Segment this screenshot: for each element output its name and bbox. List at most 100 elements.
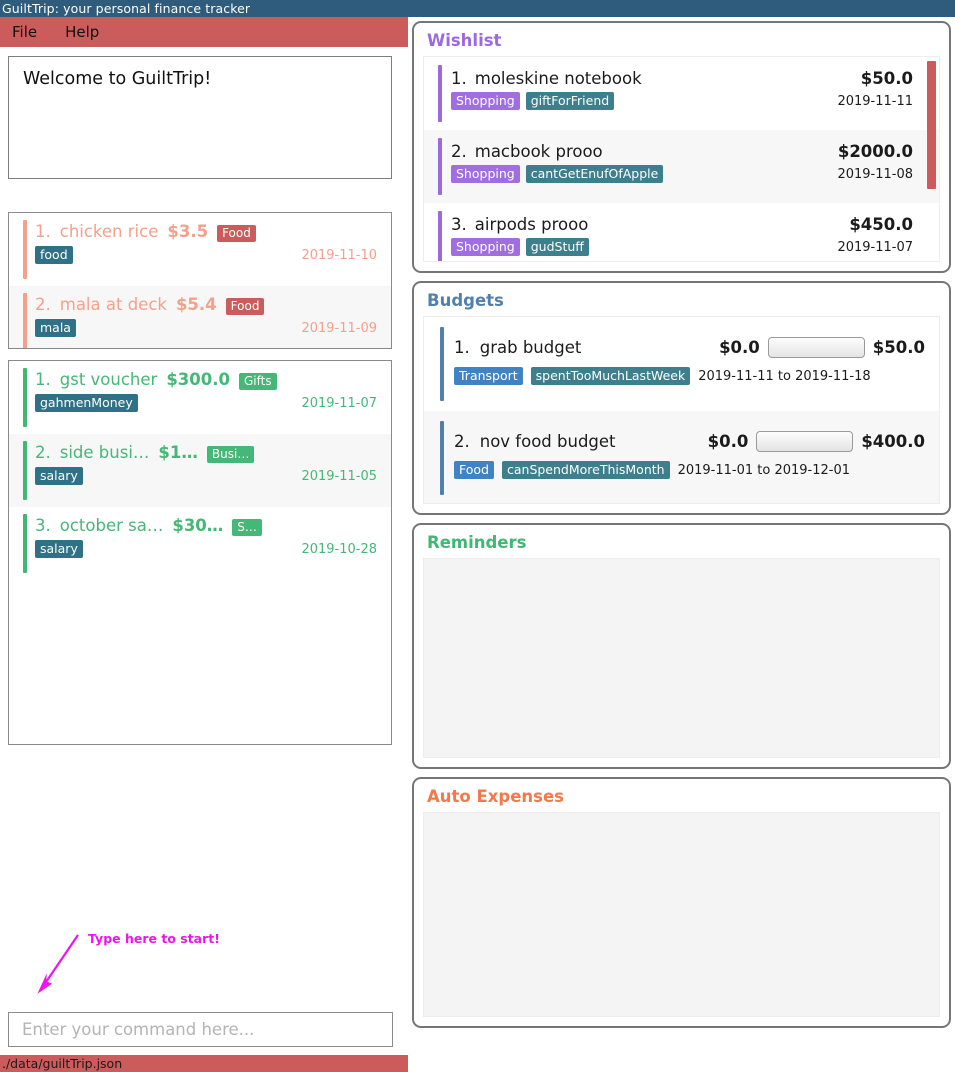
entry-tag-chip: mala (35, 319, 76, 337)
entry-index: 1. (35, 370, 51, 389)
entry-amount: $30… (172, 516, 224, 535)
entry-tag-chip: cantGetEnufOfApple (525, 165, 664, 183)
entry-tag-chip: gudStuff (525, 238, 589, 256)
entry-title: gst voucher (59, 370, 158, 389)
entry-tag-chip: salary (35, 540, 83, 558)
entry-date: 2019-11-07 (837, 239, 913, 255)
entry-category-chip: Shopping (451, 238, 520, 256)
entry-date: 2019-11-08 (837, 166, 913, 182)
entry-title: side busi… (59, 443, 150, 462)
menu-item-help[interactable]: Help (65, 23, 99, 41)
entry-index: 1. (35, 222, 51, 241)
entry-accent-bar (23, 441, 27, 500)
onboarding-hint: Type here to start! (8, 915, 393, 995)
list-item[interactable]: 2. side busi… $1… Busi… salary 2019-11-0… (9, 434, 391, 507)
entry-accent-bar (438, 211, 442, 261)
budget-limit: $400.0 (861, 432, 925, 451)
entry-date: 2019-11-07 (301, 395, 377, 411)
entry-tag-chip: food (35, 246, 73, 264)
entry-category-chip: Shopping (451, 92, 520, 110)
entry-category-chip: Gifts (239, 373, 277, 390)
reminders-title: Reminders (427, 533, 527, 552)
budget-progress-bar (756, 431, 854, 452)
entry-amount: $2000.0 (837, 142, 913, 161)
entry-title: nov food budget (479, 432, 616, 451)
budget-date-range: 2019-11-01 to 2019-12-01 (677, 462, 850, 478)
wishlist-title: Wishlist (427, 31, 502, 50)
budgets-body[interactable]: 1. grab budget $0.0 $50.0 Transport spent… (423, 316, 940, 504)
income-list-panel[interactable]: 1. gst voucher $300.0 Gifts gahmenMoney … (8, 360, 392, 745)
menu-item-file[interactable]: File (12, 23, 37, 41)
reminders-card: Reminders (412, 523, 951, 769)
entry-amount: $3.5 (167, 222, 209, 241)
entry-amount: $5.4 (175, 295, 217, 314)
budget-spent: $0.0 (707, 432, 749, 451)
auto-expenses-body[interactable] (423, 812, 940, 1017)
entry-amount: $450.0 (849, 215, 913, 234)
entry-index: 3. (35, 516, 51, 535)
list-item[interactable]: 2. macbook prooo $2000.0 Shopping cantGet… (424, 130, 939, 203)
entry-date: 2019-11-05 (301, 468, 377, 484)
window-title-bar: GuiltTrip: your personal finance tracker (0, 0, 955, 17)
entry-index: 2. (35, 295, 51, 314)
entry-index: 2. (451, 142, 467, 161)
expense-list-panel[interactable]: 1. chicken rice $3.5 Food food 2019-11-1… (8, 212, 392, 349)
entry-amount: $1… (158, 443, 198, 462)
entry-tag-chip: salary (35, 467, 83, 485)
budget-date-range: 2019-11-11 to 2019-11-18 (698, 368, 871, 384)
entry-title: chicken rice (59, 222, 159, 241)
wishlist-item-name: 3. airpods prooo (451, 215, 588, 234)
wishlist-body[interactable]: 1. moleskine notebook $50.0 Shopping gift… (423, 56, 940, 262)
entry-index: 2. (35, 443, 51, 462)
list-item[interactable]: 3. october sa… $30… S… salary 2019-10-28 (9, 507, 391, 580)
list-item[interactable]: 3. airpods prooo $450.0 Shopping gudStuff… (424, 203, 939, 261)
command-input[interactable] (8, 1012, 393, 1047)
budget-name: 2. nov food budget (454, 432, 616, 451)
entry-accent-bar (23, 220, 27, 279)
entry-category-chip: Shopping (451, 165, 520, 183)
list-item[interactable]: 2. mala at deck $5.4 Food mala 2019-11-0… (9, 286, 391, 348)
window-title: GuiltTrip: your personal finance tracker (2, 1, 251, 16)
entry-category-chip: Food (217, 225, 256, 242)
result-display-box: Welcome to GuiltTrip! (8, 56, 392, 179)
wishlist-card: Wishlist 1. moleskine notebook $50.0 Shop… (412, 21, 951, 273)
list-item[interactable]: 1. grab budget $0.0 $50.0 Transport spent… (424, 317, 939, 411)
list-item[interactable]: 1. moleskine notebook $50.0 Shopping gift… (424, 57, 939, 130)
entry-accent-bar (23, 293, 27, 348)
budget-name: 1. grab budget (454, 338, 581, 357)
entry-index: 3. (451, 215, 467, 234)
wishlist-scrollbar-thumb[interactable] (927, 61, 936, 189)
entry-category-chip: Food (225, 298, 265, 315)
wishlist-item-name: 1. moleskine notebook (451, 69, 642, 88)
entry-date: 2019-11-10 (301, 247, 377, 263)
list-item[interactable]: 1. chicken rice $3.5 Food food 2019-11-1… (9, 213, 391, 286)
entry-category-chip: Food (454, 461, 494, 479)
status-bar-file-path: ./data/guiltTrip.json (2, 1056, 123, 1071)
wishlist-item-name: 2. macbook prooo (451, 142, 603, 161)
entry-title: airpods prooo (474, 215, 589, 234)
reminders-body[interactable] (423, 558, 940, 758)
left-pane: File Help Welcome to GuiltTrip! 1. chick… (0, 17, 408, 1072)
entry-index: 2. (454, 432, 470, 451)
budget-progress-bar (767, 337, 865, 358)
entry-accent-bar (23, 368, 27, 427)
budget-limit: $50.0 (872, 338, 925, 357)
app-root: File Help Welcome to GuiltTrip! 1. chick… (0, 17, 955, 1072)
budget-spent: $0.0 (719, 338, 760, 357)
entry-tag-chip: spentTooMuchLastWeek (530, 367, 691, 385)
entry-title: macbook prooo (474, 142, 603, 161)
menu-bar: File Help (0, 17, 408, 47)
list-item[interactable]: 2. nov food budget $0.0 $400.0 Food canSp… (424, 411, 939, 503)
command-box[interactable] (8, 1012, 393, 1047)
entry-tag-chip: giftForFriend (525, 92, 615, 110)
list-item[interactable]: 1. gst voucher $300.0 Gifts gahmenMoney … (9, 361, 391, 434)
entry-category-chip: Busi… (206, 446, 255, 463)
budgets-card: Budgets 1. grab budget $0.0 $50.0 Transpo… (412, 281, 951, 515)
entry-date: 2019-11-11 (837, 93, 913, 109)
status-bar: ./data/guiltTrip.json (0, 1055, 408, 1072)
entry-title: grab budget (479, 338, 582, 357)
entry-title: moleskine notebook (474, 69, 642, 88)
hint-arrow-icon (37, 934, 79, 994)
entry-tag-chip: canSpendMoreThisMonth (501, 461, 670, 479)
entry-title: mala at deck (59, 295, 167, 314)
